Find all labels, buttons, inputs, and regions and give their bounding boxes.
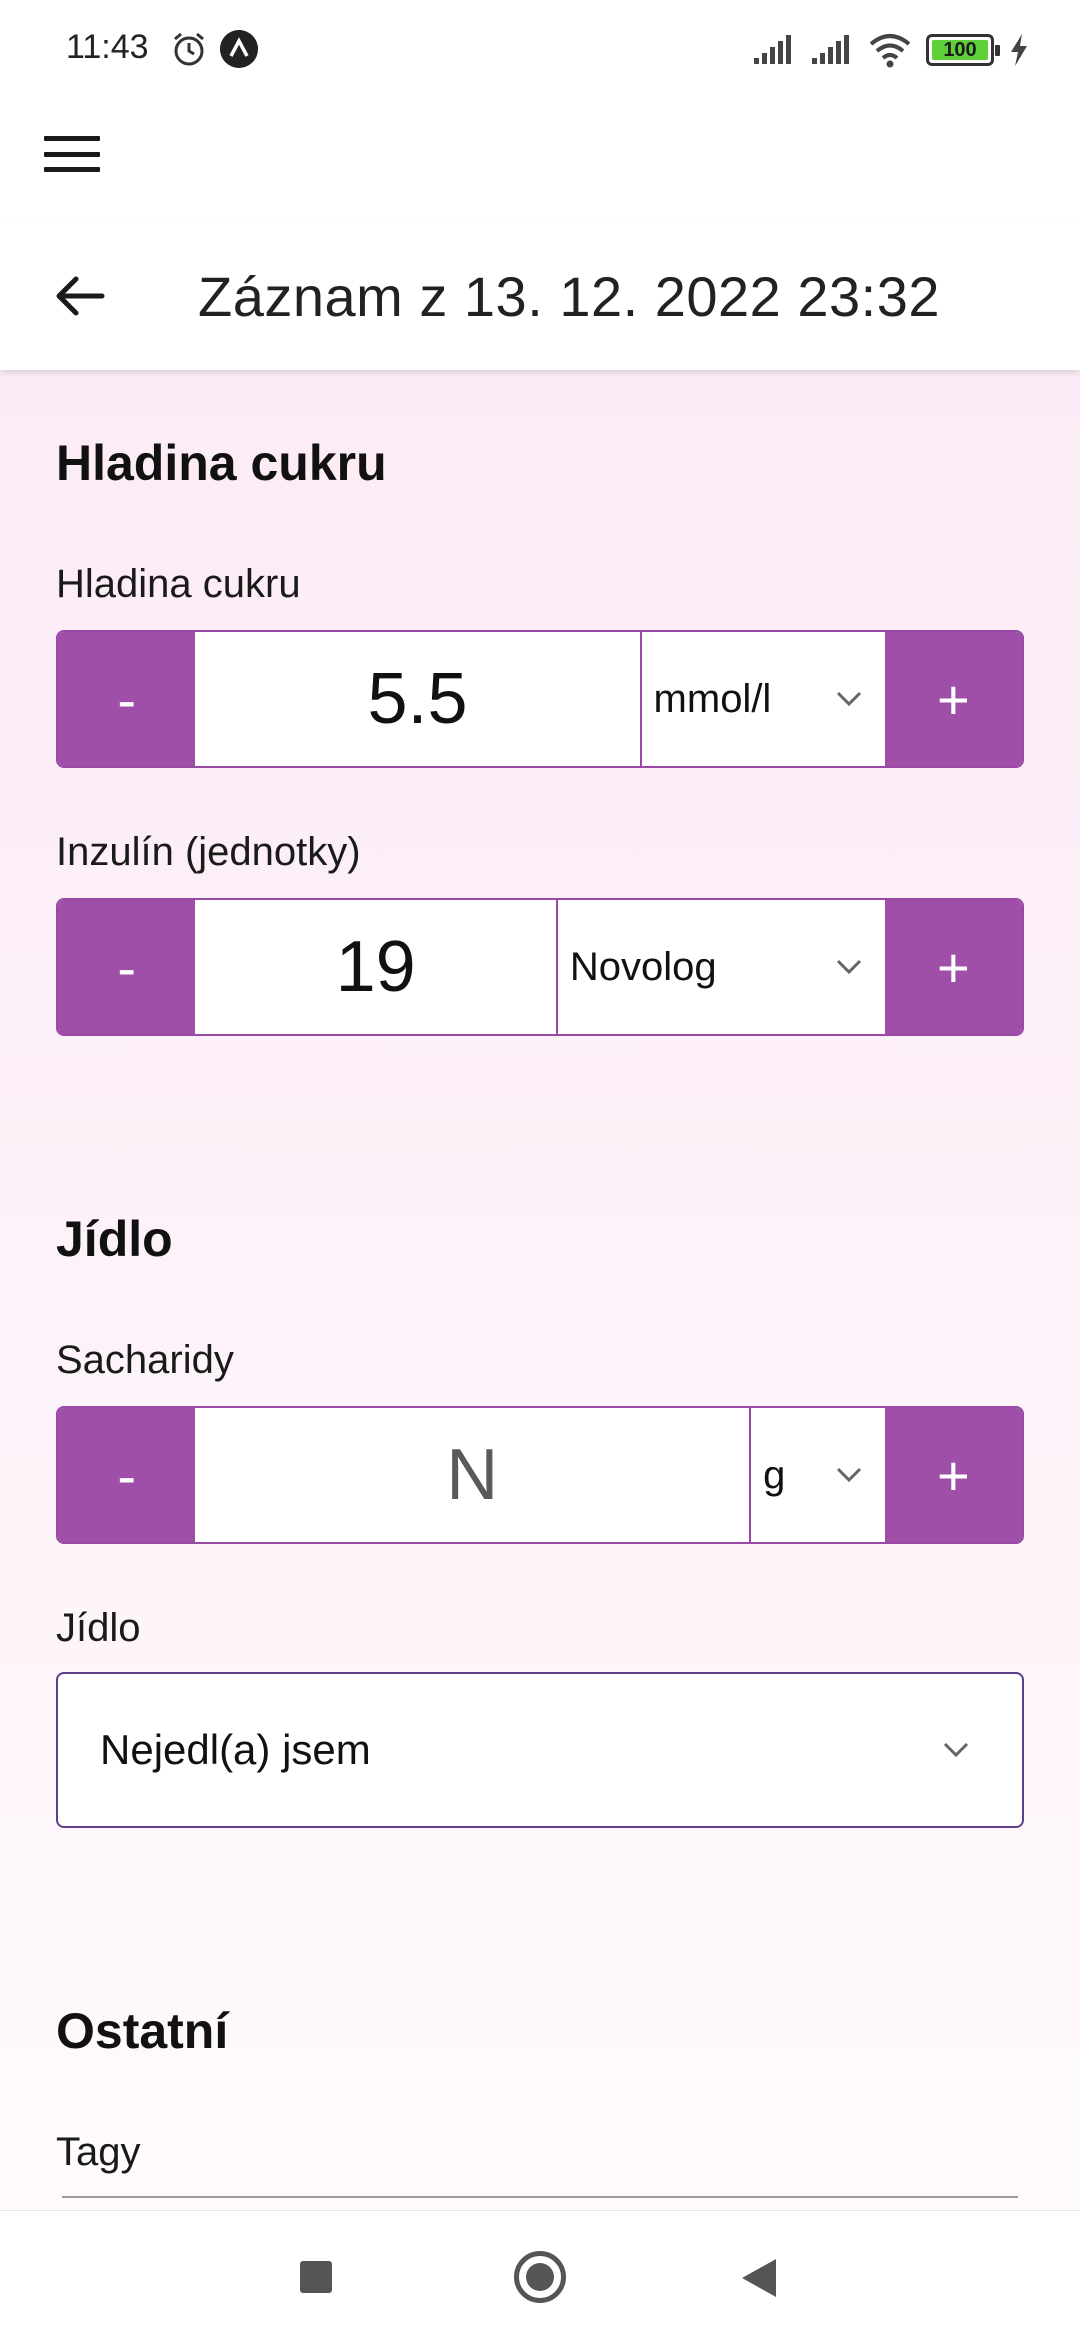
carbs-value-input[interactable]: N bbox=[195, 1408, 752, 1542]
section-title-food: Jídlo bbox=[56, 1211, 173, 1267]
recents-icon[interactable] bbox=[300, 2261, 332, 2293]
back-triangle-icon[interactable] bbox=[742, 2259, 776, 2297]
page-title: Záznam z 13. 12. 2022 23:32 bbox=[198, 265, 940, 328]
glucose-value-input[interactable]: 5.5 bbox=[195, 632, 642, 766]
wifi-icon bbox=[869, 34, 911, 68]
status-icons: 100 bbox=[752, 30, 1030, 70]
meal-select-value: Nejedl(a) jsem bbox=[100, 1726, 371, 1773]
battery-level: 100 bbox=[943, 38, 977, 61]
record-form: Hladina cukru Hladina cukru - 5.5 mmol/l… bbox=[0, 370, 1080, 2210]
charging-icon bbox=[1011, 34, 1027, 66]
carbs-unit-label: g bbox=[763, 1452, 786, 1497]
glucose-stepper: - 5.5 mmol/l + bbox=[56, 630, 1024, 768]
carbs-label: Sacharidy bbox=[56, 1338, 234, 1382]
battery-icon: 100 bbox=[926, 34, 1000, 66]
signal-icon bbox=[812, 35, 849, 64]
signal-icon bbox=[754, 35, 791, 64]
carbs-stepper: - N g + bbox=[56, 1406, 1024, 1544]
tags-label: Tagy bbox=[56, 2130, 141, 2174]
chevron-down-icon bbox=[836, 1467, 861, 1483]
tags-input[interactable] bbox=[62, 2196, 1018, 2198]
system-nav-bar bbox=[0, 2210, 1080, 2340]
app-top-bar bbox=[0, 100, 1080, 220]
carbs-unit-select[interactable]: g bbox=[751, 1408, 885, 1542]
section-title-sugar: Hladina cukru bbox=[56, 435, 387, 491]
status-time: 11:43 bbox=[66, 28, 149, 66]
insulin-label: Inzulín (jednotky) bbox=[56, 830, 361, 874]
insulin-type-label: Novolog bbox=[569, 944, 717, 989]
glucose-label: Hladina cukru bbox=[56, 562, 301, 606]
page-header: Záznam z 13. 12. 2022 23:32 bbox=[0, 220, 1080, 370]
insulin-plus-button[interactable]: + bbox=[884, 900, 1022, 1034]
carbs-minus-button[interactable]: - bbox=[58, 1408, 196, 1542]
insulin-type-select[interactable]: Novolog bbox=[557, 900, 885, 1034]
alarm-icon bbox=[174, 32, 204, 66]
hamburger-menu-icon[interactable] bbox=[44, 130, 100, 178]
arrow-left-icon[interactable] bbox=[50, 266, 110, 326]
chevron-down-icon bbox=[943, 1742, 969, 1758]
section-title-other: Ostatní bbox=[56, 2003, 229, 2059]
chevron-down-icon bbox=[836, 959, 861, 975]
home-icon[interactable] bbox=[514, 2251, 566, 2303]
meal-label: Jídlo bbox=[56, 1606, 141, 1650]
chevron-down-icon bbox=[836, 691, 861, 707]
glucose-minus-button[interactable]: - bbox=[58, 632, 196, 766]
insulin-stepper: - 19 Novolog + bbox=[56, 898, 1024, 1036]
meal-select[interactable]: Nejedl(a) jsem bbox=[56, 1672, 1024, 1828]
carbs-plus-button[interactable]: + bbox=[884, 1408, 1022, 1542]
status-bar: 11:43 100 bbox=[0, 0, 1080, 100]
glucose-unit-select[interactable]: mmol/l bbox=[641, 632, 885, 766]
glucose-plus-button[interactable]: + bbox=[884, 632, 1022, 766]
app-notification-icon bbox=[220, 30, 258, 68]
insulin-value-input[interactable]: 19 bbox=[195, 900, 558, 1034]
insulin-minus-button[interactable]: - bbox=[58, 900, 196, 1034]
glucose-unit-label: mmol/l bbox=[653, 676, 772, 721]
